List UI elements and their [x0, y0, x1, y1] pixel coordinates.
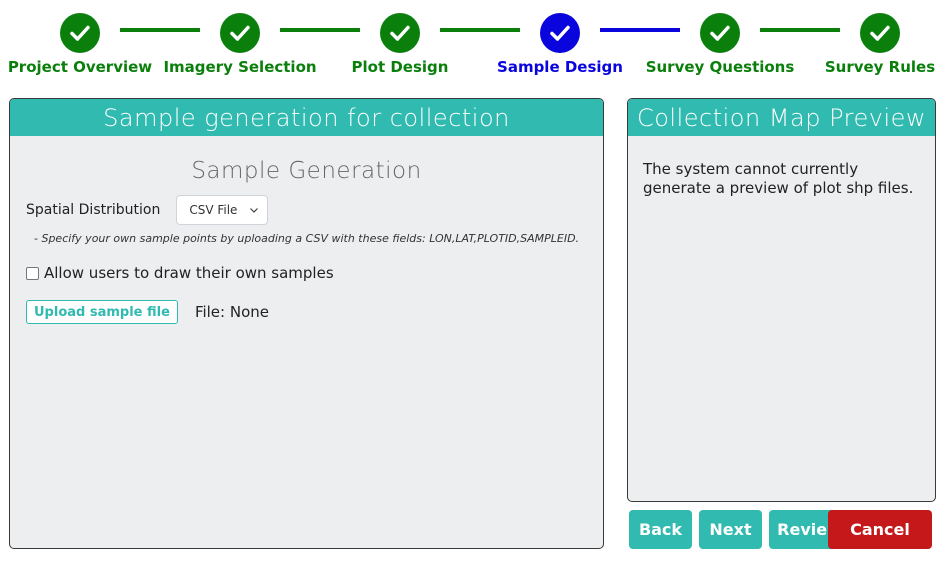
check-icon [710, 25, 730, 41]
step-label: Project Overview [7, 58, 153, 76]
spatial-distribution-select[interactable]: CSV File [176, 195, 269, 225]
upload-sample-file-button[interactable]: Upload sample file [26, 300, 178, 324]
select-value: CSV File [189, 203, 238, 217]
page: Project Overview Imagery Selection Plot … [0, 0, 947, 583]
back-button[interactable]: Back [629, 510, 692, 549]
step-circle [60, 13, 100, 53]
allow-draw-checkbox[interactable] [26, 266, 39, 280]
step-circle [700, 13, 740, 53]
step-survey-rules[interactable]: Survey Rules [780, 13, 947, 76]
step-circle [220, 13, 260, 53]
step-label: Sample Design [497, 58, 623, 76]
csv-hint-text: - Specify your own sample points by uplo… [34, 232, 580, 245]
section-title: Sample Generation [191, 158, 422, 184]
panel-title: Sample generation for collection [10, 99, 603, 136]
step-circle [380, 13, 420, 53]
collection-map-preview-panel: Collection Map Preview The system cannot… [627, 98, 936, 502]
step-label: Survey Rules [824, 58, 936, 76]
check-icon [70, 25, 90, 41]
check-icon [230, 25, 250, 41]
step-circle [540, 13, 580, 53]
file-status: File: None [194, 303, 269, 321]
panel-title: Collection Map Preview [628, 99, 935, 136]
step-label: Imagery Selection [163, 58, 317, 76]
spatial-distribution-label: Spatial Distribution [26, 202, 161, 218]
step-label: Plot Design [351, 58, 449, 76]
check-icon [550, 25, 570, 41]
check-icon [870, 25, 890, 41]
step-circle [860, 13, 900, 53]
upload-row: Upload sample file File: None [26, 300, 603, 324]
preview-message: The system cannot currently generate a p… [643, 160, 914, 197]
allow-draw-label[interactable]: Allow users to draw their own samples [44, 264, 334, 282]
check-icon [390, 25, 410, 41]
allow-draw-row: Allow users to draw their own samples [26, 264, 603, 282]
sample-generation-panel: Sample generation for collection Sample … [9, 98, 604, 549]
step-label: Survey Questions [645, 58, 795, 76]
spatial-distribution-row: Spatial Distribution CSV File [26, 195, 603, 225]
next-button[interactable]: Next [699, 510, 762, 549]
chevron-down-icon [250, 208, 259, 213]
cancel-button[interactable]: Cancel [828, 510, 932, 549]
wizard-stepper: Project Overview Imagery Selection Plot … [0, 0, 947, 90]
